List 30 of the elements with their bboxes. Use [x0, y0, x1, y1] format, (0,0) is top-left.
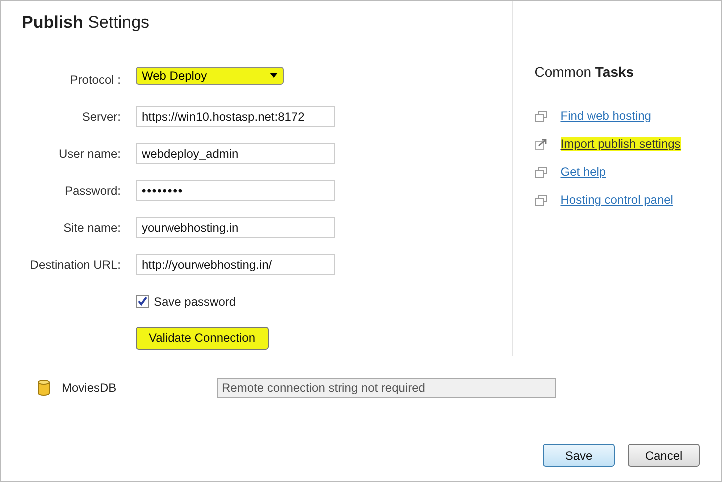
database-icon: [38, 380, 50, 396]
field-label: User name:: [58, 146, 122, 160]
dialog-title: Publish Settings: [21, 12, 151, 34]
task-link[interactable]: Import publish settings: [560, 137, 681, 151]
input-field[interactable]: https://win10.hostasp.net:8172: [136, 106, 335, 127]
windows-icon: [534, 110, 547, 122]
input-field[interactable]: http://yourwebhosting.in/: [136, 254, 335, 275]
task-link[interactable]: Find web hosting: [560, 109, 652, 123]
caret-icon: [270, 73, 278, 78]
protocol-dropdown[interactable]: Web Deploy: [136, 66, 284, 84]
field-label: Protocol :: [69, 72, 122, 86]
cancel-button[interactable]: Cancel: [628, 444, 700, 467]
common-tasks-heading: Common Tasks: [534, 63, 636, 82]
input-field[interactable]: webdeploy_admin: [136, 143, 335, 164]
connection-string-field: Remote connection string not required: [217, 378, 556, 398]
field-label: Password:: [64, 184, 122, 198]
input-field[interactable]: yourwebhosting.in: [136, 217, 335, 238]
task-link[interactable]: Get help: [560, 165, 606, 179]
task-link[interactable]: Hosting control panel: [560, 193, 674, 207]
database-name: MoviesDB: [62, 381, 118, 395]
windows-icon: [534, 194, 547, 206]
field-label: Destination URL:: [29, 258, 122, 272]
checkmark-icon: [137, 296, 148, 307]
field-label: Site name:: [62, 220, 122, 234]
save-password-checkbox[interactable]: Save password: [136, 294, 236, 308]
validate-connection-button[interactable]: Validate Connection: [136, 326, 269, 350]
input-field[interactable]: ••••••••: [136, 180, 335, 201]
save-button[interactable]: Save: [543, 444, 615, 467]
windows-icon: [534, 166, 547, 178]
field-label: Server:: [81, 110, 122, 124]
